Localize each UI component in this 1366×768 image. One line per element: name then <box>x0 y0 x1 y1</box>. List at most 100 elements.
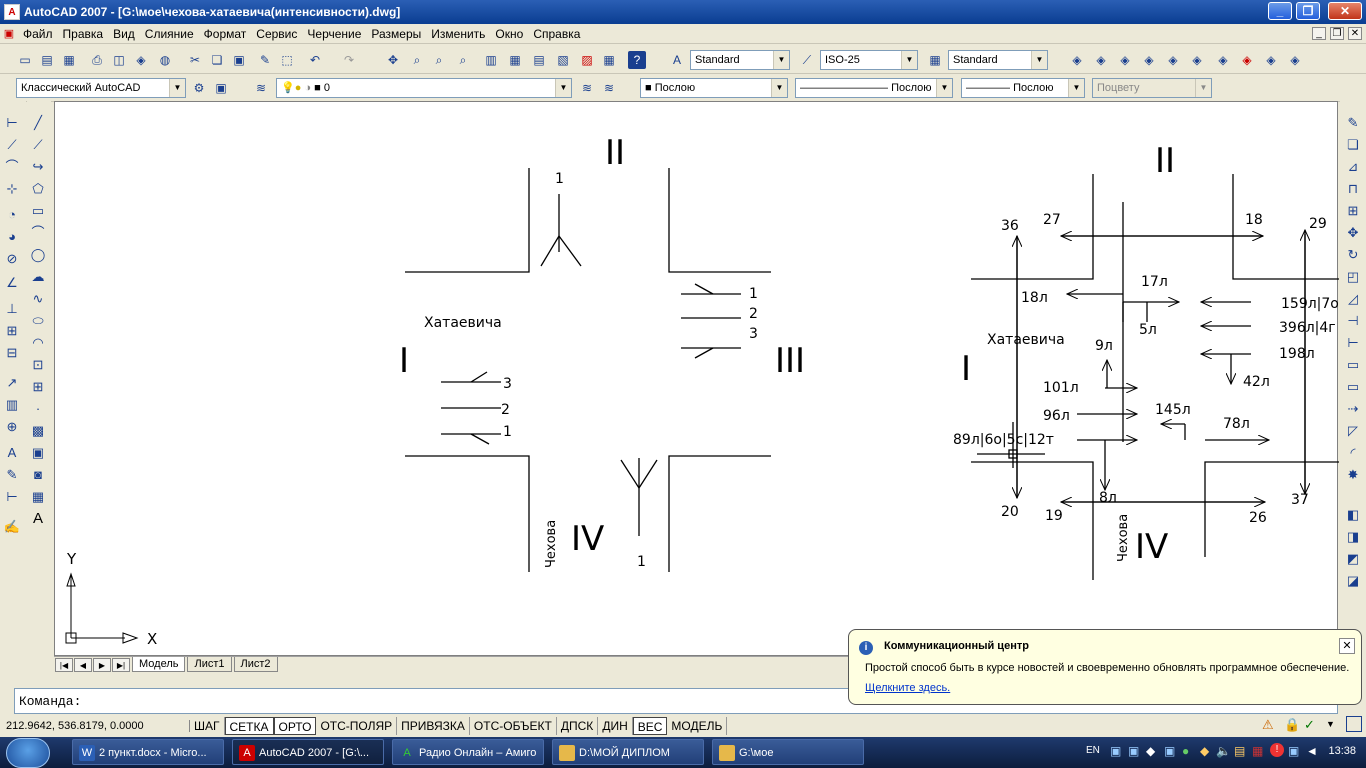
tab-sheet1[interactable]: Лист1 <box>187 657 232 672</box>
menu-merge[interactable]: Слияние <box>140 27 199 41</box>
spline-icon[interactable]: ∿ <box>28 289 48 309</box>
lwt-toggle[interactable]: ВЕС <box>632 717 668 735</box>
move-icon[interactable]: ✥ <box>1343 223 1363 243</box>
redo-icon[interactable]: ↷ <box>340 51 358 69</box>
preview-icon[interactable]: ◫ <box>110 51 128 69</box>
doc-close-button[interactable]: ✕ <box>1348 27 1362 40</box>
revision-cloud-icon[interactable]: ☁ <box>28 267 48 287</box>
dim-update-icon[interactable]: ⊢ <box>2 487 22 507</box>
draw-order-1-icon[interactable]: ◧ <box>1343 505 1363 525</box>
start-button[interactable] <box>6 738 50 768</box>
menu-window[interactable]: Окно <box>490 27 528 41</box>
copy-object-icon[interactable]: ❏ <box>1343 135 1363 155</box>
dim-text-edit-icon[interactable]: ✎ <box>2 465 22 485</box>
balloon-close-button[interactable]: ✕ <box>1339 638 1355 654</box>
arc-length-icon[interactable]: ⌒ <box>2 157 22 177</box>
dim-style-tool-icon[interactable]: ✍ <box>2 517 22 537</box>
erase-icon[interactable]: ✎ <box>1343 113 1363 133</box>
document-icon[interactable]: ▣ <box>0 27 18 40</box>
otrack-toggle[interactable]: ОТС-ОБЪЕКТ <box>470 717 557 735</box>
draw-order-4-icon[interactable]: ◪ <box>1343 571 1363 591</box>
help-icon[interactable]: ? <box>628 51 646 69</box>
snap-toggle[interactable]: ШАГ <box>190 717 225 735</box>
last-tab-button[interactable]: ▶| <box>112 657 130 672</box>
clean-screen-icon[interactable] <box>1346 716 1362 732</box>
menu-edit[interactable]: Правка <box>58 27 109 41</box>
layer-tool-10-icon[interactable]: ◈ <box>1286 51 1304 69</box>
pan-icon[interactable]: ✥ <box>384 51 402 69</box>
make-layer-current-icon[interactable]: ≋ <box>578 79 596 97</box>
quick-dim-icon[interactable]: ⊥ <box>2 299 22 319</box>
tray-app-icon[interactable]: ▣ <box>1164 744 1175 758</box>
layer-tool-3-icon[interactable]: ◈ <box>1116 51 1134 69</box>
break-point-icon[interactable]: ▭ <box>1343 355 1363 375</box>
tray-display-icon[interactable]: ▣ <box>1128 744 1139 758</box>
jogged-icon[interactable]: ◕ <box>2 227 22 247</box>
rotate-icon[interactable]: ↻ <box>1343 245 1363 265</box>
region-icon[interactable]: ◙ <box>28 465 48 485</box>
menu-draw[interactable]: Черчение <box>302 27 366 41</box>
zoom-realtime-icon[interactable]: ⌕ <box>408 51 426 69</box>
menu-tools[interactable]: Сервис <box>251 27 302 41</box>
task-folder-diploma[interactable]: D:\МОЙ ДИПЛОМ <box>552 739 704 765</box>
lock-icon[interactable]: 🔒 <box>1284 717 1300 733</box>
table-style-icon[interactable]: ▦ <box>926 51 944 69</box>
color-select[interactable]: ■ Послою ▼ <box>640 78 788 98</box>
layer-tool-4-icon[interactable]: ◈ <box>1140 51 1158 69</box>
paste-icon[interactable]: ▣ <box>230 51 248 69</box>
restore-button[interactable]: ❐ <box>1296 2 1320 20</box>
close-button[interactable]: ✕ <box>1328 2 1362 20</box>
menu-dimension[interactable]: Размеры <box>366 27 426 41</box>
properties-icon[interactable]: ▥ <box>482 51 500 69</box>
center-mark-icon[interactable]: ⊕ <box>2 417 22 437</box>
hatch-icon[interactable]: ▩ <box>28 421 48 441</box>
open-icon[interactable]: ▤ <box>38 51 56 69</box>
save-icon[interactable]: ▦ <box>60 51 78 69</box>
tray-folder-icon[interactable]: ▤ <box>1234 744 1245 758</box>
diameter-icon[interactable]: ⊘ <box>2 249 22 269</box>
match-properties-icon[interactable]: ✎ <box>256 51 274 69</box>
tray-red-icon[interactable]: ▦ <box>1252 744 1263 758</box>
prev-tab-button[interactable]: ◀ <box>74 657 92 672</box>
dyn-toggle[interactable]: ДИН <box>598 717 633 735</box>
point-icon[interactable]: · <box>28 399 48 419</box>
layer-manager-icon[interactable]: ≋ <box>252 79 270 97</box>
doc-minimize-button[interactable]: _ <box>1312 27 1326 40</box>
3d-dwf-icon[interactable]: ◍ <box>156 51 174 69</box>
model-toggle[interactable]: МОДЕЛЬ <box>667 717 728 735</box>
design-center-icon[interactable]: ▦ <box>506 51 524 69</box>
explode-icon[interactable]: ✸ <box>1343 465 1363 485</box>
layer-tool-9-icon[interactable]: ◈ <box>1262 51 1280 69</box>
circle-icon[interactable]: ◯ <box>28 245 48 265</box>
join-icon[interactable]: ⇢ <box>1343 399 1363 419</box>
volume-icon[interactable]: 🔈 <box>1216 744 1231 758</box>
zoom-window-icon[interactable]: ⌕ <box>430 51 448 69</box>
table-icon[interactable]: ▦ <box>28 487 48 507</box>
linetype-select[interactable]: ———————— Послою ▼ <box>795 78 953 98</box>
ordinate-icon[interactable]: ⊹ <box>2 179 22 199</box>
doc-restore-button[interactable]: ❐ <box>1330 27 1344 40</box>
tab-model[interactable]: Модель <box>132 657 186 672</box>
cut-icon[interactable]: ✂ <box>186 51 204 69</box>
offset-icon[interactable]: ⊓ <box>1343 179 1363 199</box>
workspace-select[interactable]: Классический AutoCAD ▼ <box>16 78 186 98</box>
print-icon[interactable]: ⎙ <box>88 51 106 69</box>
menu-format[interactable]: Формат <box>199 27 252 41</box>
layer-tool-2-icon[interactable]: ◈ <box>1092 51 1110 69</box>
angular-icon[interactable]: ∠ <box>2 273 22 293</box>
block-editor-icon[interactable]: ⬚ <box>278 51 296 69</box>
markup-icon[interactable]: ▨ <box>578 51 596 69</box>
continue-icon[interactable]: ⊟ <box>2 343 22 363</box>
trim-icon[interactable]: ⊣ <box>1343 311 1363 331</box>
status-tray-icon[interactable]: ✓ <box>1304 717 1315 733</box>
draw-order-2-icon[interactable]: ◨ <box>1343 527 1363 547</box>
multiline-text-icon[interactable]: A <box>28 509 48 529</box>
radius-icon[interactable]: ◔ <box>2 205 22 225</box>
tray-yellow-icon[interactable]: ◆ <box>1200 744 1209 758</box>
polygon-icon[interactable]: ⬠ <box>28 179 48 199</box>
first-tab-button[interactable]: |◀ <box>55 657 73 672</box>
insert-block-icon[interactable]: ⊡ <box>28 355 48 375</box>
layer-tool-6-icon[interactable]: ◈ <box>1188 51 1206 69</box>
dim-edit-icon[interactable]: A <box>2 443 22 463</box>
layer-tool-7-icon[interactable]: ◈ <box>1214 51 1232 69</box>
